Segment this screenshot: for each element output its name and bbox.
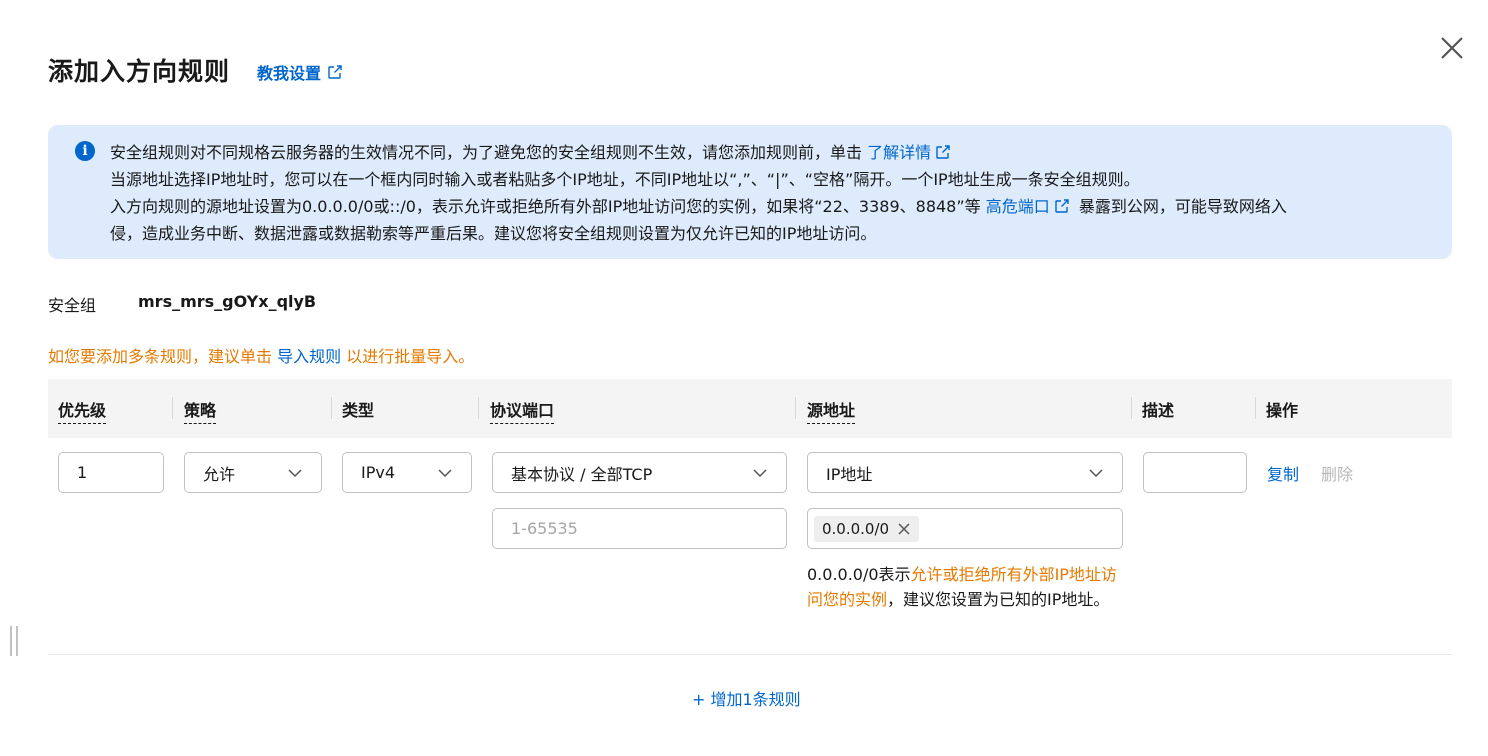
chevron-down-icon: [1089, 469, 1103, 478]
chevron-down-icon: [753, 469, 767, 478]
rules-table-header: 优先级 策略 类型 协议端口 源地址 描述 操作: [48, 379, 1452, 438]
header-priority: 优先级: [58, 397, 107, 424]
header-protocol-port: 协议端口: [490, 397, 555, 424]
teach-me-label: 教我设置: [257, 64, 322, 83]
learn-more-link[interactable]: 了解详情: [867, 143, 955, 162]
notice-line-2: 当源地址选择IP地址时，您可以在一个框内同时输入或者粘贴多个IP地址，不同IP地…: [110, 170, 1140, 189]
type-select[interactable]: IPv4: [342, 452, 472, 493]
close-icon[interactable]: [897, 522, 911, 536]
close-icon[interactable]: [1438, 34, 1466, 62]
external-link-icon: [1055, 199, 1069, 213]
external-link-icon: [328, 65, 342, 79]
header-policy: 策略: [184, 397, 217, 424]
header-action: 操作: [1266, 401, 1299, 420]
delete-button[interactable]: 删除: [1321, 461, 1353, 485]
source-hint: 0.0.0.0/0表示允许或拒绝所有外部IP地址访问您的实例，建议您设置为已知的…: [807, 565, 1117, 609]
teach-me-link[interactable]: 教我设置: [257, 60, 343, 84]
ip-tag: 0.0.0.0/0: [814, 515, 920, 542]
batch-import-tip: 如您要添加多条规则，建议单击 导入规则 以进行批量导入。: [48, 347, 475, 366]
info-icon: i: [75, 141, 95, 161]
high-risk-ports-link[interactable]: 高危端口: [986, 197, 1074, 216]
resize-handle[interactable]: [10, 626, 20, 656]
row-divider: [48, 654, 1452, 655]
info-notice: i 安全组规则对不同规格云服务器的生效情况不同，为了避免您的安全组规则不生效，请…: [48, 125, 1452, 259]
import-rules-link[interactable]: 导入规则: [277, 347, 341, 366]
chevron-down-icon: [438, 469, 452, 478]
notice-line-1: 安全组规则对不同规格云服务器的生效情况不同，为了避免您的安全组规则不生效，请您添…: [110, 139, 1432, 166]
add-rule-button[interactable]: + 增加1条规则: [692, 686, 801, 710]
security-group-value: mrs_mrs_gOYx_qlyB: [138, 292, 317, 311]
priority-input[interactable]: 1: [58, 452, 164, 493]
header-description: 描述: [1142, 401, 1175, 420]
source-ip-input[interactable]: 0.0.0.0/0: [807, 508, 1123, 549]
security-group-label: 安全组: [48, 296, 97, 315]
chevron-down-icon: [288, 469, 302, 478]
description-input[interactable]: [1143, 452, 1247, 493]
source-type-select[interactable]: IP地址: [807, 452, 1123, 493]
port-input[interactable]: 1-65535: [492, 508, 787, 549]
copy-button[interactable]: 复制: [1267, 461, 1299, 485]
policy-select[interactable]: 允许: [184, 452, 322, 493]
header-source: 源地址: [807, 397, 856, 424]
header-type: 类型: [342, 401, 375, 420]
protocol-select[interactable]: 基本协议 / 全部TCP: [492, 452, 787, 493]
dialog-title: 添加入方向规则: [48, 57, 231, 86]
notice-line-3: 入方向规则的源地址设置为0.0.0.0/0或::/0，表示允许或拒绝所有外部IP…: [110, 197, 1287, 216]
notice-line-4: 侵，造成业务中断、数据泄露或数据勒索等严重后果。建议您将安全组规则设置为仅允许已…: [110, 224, 877, 243]
external-link-icon: [936, 145, 950, 159]
